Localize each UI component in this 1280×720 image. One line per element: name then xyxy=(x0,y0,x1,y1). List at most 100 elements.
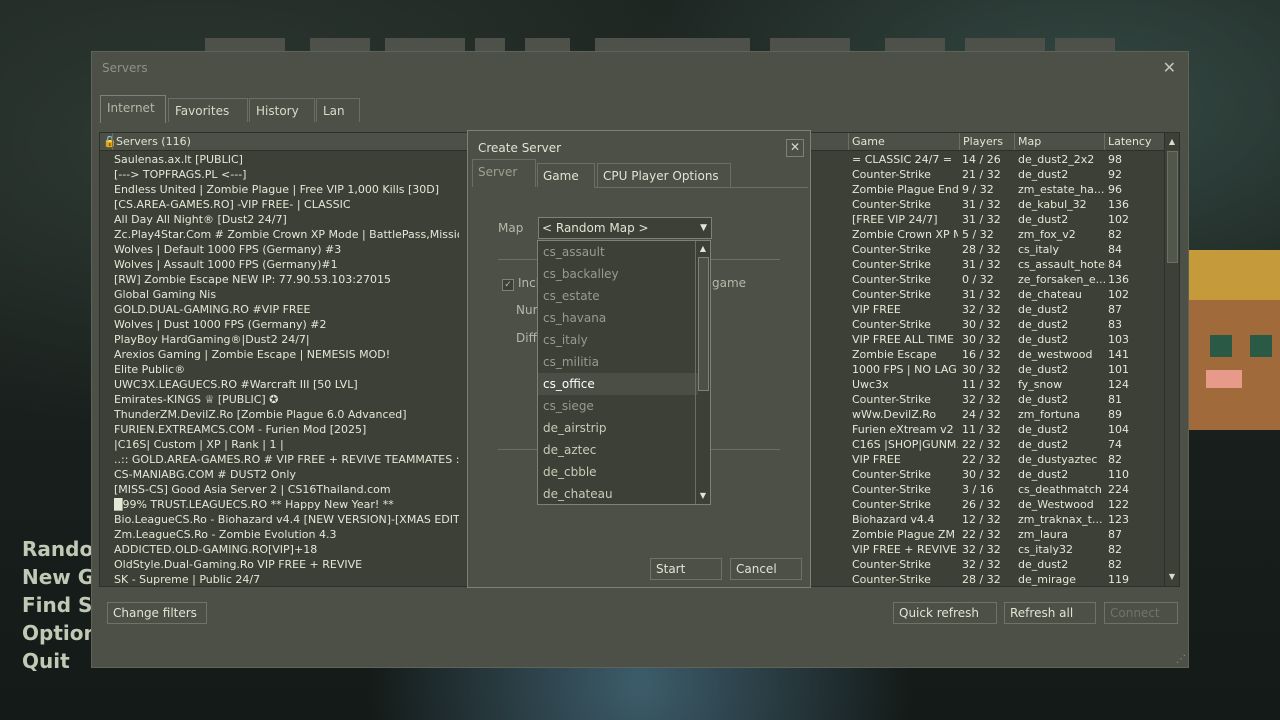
server-name-cell: GOLD.DUAL-GAMING.RO #VIP FREE xyxy=(114,303,311,316)
players-cell: 24 / 32 xyxy=(962,408,1001,421)
server-name-cell: Saulenas.ax.lt [PUBLIC] xyxy=(114,153,243,166)
game-cell: Counter-Strike xyxy=(852,393,931,406)
latency-cell: 119 xyxy=(1108,573,1129,586)
scroll-thumb[interactable] xyxy=(698,257,709,391)
game-cell: Counter-Strike xyxy=(852,468,931,481)
game-cell: Counter-Strike xyxy=(852,288,931,301)
tab-game[interactable]: Game xyxy=(537,163,595,187)
dialog-title: Create Server xyxy=(478,141,562,155)
dropdown-scrollbar[interactable]: ▲ ▼ xyxy=(695,241,710,504)
players-cell: 9 / 32 xyxy=(962,183,994,196)
map-cell: de_dust2 xyxy=(1018,558,1069,571)
map-option[interactable]: cs_estate xyxy=(538,285,698,307)
latency-cell: 84 xyxy=(1108,243,1122,256)
latency-cell: 87 xyxy=(1108,528,1122,541)
latency-cell: 84 xyxy=(1108,258,1122,271)
map-option[interactable]: de_cbble xyxy=(538,461,698,483)
map-option[interactable]: cs_italy xyxy=(538,329,698,351)
chevron-down-icon[interactable]: ▼ xyxy=(700,218,707,238)
players-cell: 32 / 32 xyxy=(962,303,1001,316)
cancel-button[interactable]: Cancel xyxy=(730,558,802,580)
tab-lan[interactable]: Lan xyxy=(316,98,360,122)
scroll-up-icon[interactable]: ▲ xyxy=(1165,135,1179,149)
tab-history[interactable]: History xyxy=(249,98,315,122)
map-option[interactable]: cs_siege xyxy=(538,395,698,417)
column-game[interactable]: Game xyxy=(852,135,885,148)
column-map[interactable]: Map xyxy=(1018,135,1041,148)
players-cell: 32 / 32 xyxy=(962,558,1001,571)
column-servers[interactable]: Servers (116) xyxy=(116,135,191,148)
latency-cell: 110 xyxy=(1108,468,1129,481)
game-cell: wWw.DevilZ.Ro xyxy=(852,408,937,421)
map-option[interactable]: cs_office xyxy=(538,373,698,395)
map-option[interactable]: cs_assault xyxy=(538,241,698,263)
map-option[interactable]: cs_havana xyxy=(538,307,698,329)
close-icon[interactable]: ✕ xyxy=(786,139,804,157)
players-cell: 3 / 16 xyxy=(962,483,994,496)
players-cell: 31 / 32 xyxy=(962,288,1001,301)
server-name-cell: Wolves | Dust 1000 FPS (Germany) #2 xyxy=(114,318,327,331)
scroll-down-icon[interactable]: ▼ xyxy=(1165,570,1179,584)
players-cell: 26 / 32 xyxy=(962,498,1001,511)
character-skin-image xyxy=(1180,250,1280,430)
resize-grip-icon[interactable]: ⋰ xyxy=(1176,654,1186,665)
scroll-down-icon[interactable]: ▼ xyxy=(696,489,710,503)
game-cell: Counter-Strike xyxy=(852,243,931,256)
server-name-cell: Emirates-KINGS ♕ [PUBLIC] ✪ xyxy=(114,393,279,406)
map-option[interactable]: de_airstrip xyxy=(538,417,698,439)
game-cell: Zombie Crown XP M... xyxy=(852,228,958,241)
latency-cell: 74 xyxy=(1108,438,1122,451)
tab-server[interactable]: Server xyxy=(472,159,536,187)
players-cell: 30 / 32 xyxy=(962,318,1001,331)
tab-internet[interactable]: Internet xyxy=(100,95,166,123)
change-filters-button[interactable]: Change filters xyxy=(107,602,207,624)
map-option[interactable]: de_chateau xyxy=(538,483,698,504)
server-name-cell: Endless United | Zombie Plague | Free VI… xyxy=(114,183,440,196)
connect-button[interactable]: Connect xyxy=(1104,602,1178,624)
game-cell: Zombie Plague Endl... xyxy=(852,183,958,196)
include-checkbox[interactable]: ✓ xyxy=(502,279,514,291)
latency-cell: 82 xyxy=(1108,558,1122,571)
map-cell: zm_laura xyxy=(1018,528,1069,541)
map-option[interactable]: de_aztec xyxy=(538,439,698,461)
game-cell: Counter-Strike xyxy=(852,273,931,286)
tab-favorites[interactable]: Favorites xyxy=(168,98,248,122)
server-name-cell: [RW] Zombie Escape NEW IP: 77.90.53.103:… xyxy=(114,273,391,286)
latency-cell: 82 xyxy=(1108,543,1122,556)
game-cell: Counter-Strike xyxy=(852,198,931,211)
scroll-up-icon[interactable]: ▲ xyxy=(696,242,710,256)
players-cell: 32 / 32 xyxy=(962,543,1001,556)
game-cell: VIP FREE ALL TIME xyxy=(852,333,954,346)
game-cell: Furien eXtream v2 xyxy=(852,423,954,436)
server-name-cell: █99% TRUST.LEAGUECS.RO ** Happy New Year… xyxy=(114,498,394,511)
map-cell: de_dust2 xyxy=(1018,303,1069,316)
tab-cpu-player-options[interactable]: CPU Player Options xyxy=(597,163,731,187)
map-cell: cs_italy xyxy=(1018,243,1059,256)
lock-icon[interactable]: 🔒 xyxy=(103,135,117,148)
scroll-thumb[interactable] xyxy=(1167,151,1178,263)
players-cell: 30 / 32 xyxy=(962,363,1001,376)
players-cell: 28 / 32 xyxy=(962,573,1001,586)
game-cell: VIP FREE xyxy=(852,453,901,466)
start-button[interactable]: Start xyxy=(650,558,722,580)
game-cell: VIP FREE xyxy=(852,303,901,316)
refresh-all-button[interactable]: Refresh all xyxy=(1004,602,1096,624)
close-icon[interactable]: ✕ xyxy=(1163,58,1176,77)
map-cell: de_dust2 xyxy=(1018,393,1069,406)
column-players[interactable]: Players xyxy=(963,135,1003,148)
latency-cell: 136 xyxy=(1108,273,1129,286)
players-cell: 11 / 32 xyxy=(962,423,1001,436)
game-cell: Counter-Strike xyxy=(852,168,931,181)
server-name-cell: [---> TOPFRAGS.PL <---] xyxy=(114,168,247,181)
column-latency[interactable]: Latency xyxy=(1108,135,1151,148)
latency-cell: 102 xyxy=(1108,288,1129,301)
latency-cell: 224 xyxy=(1108,483,1129,496)
map-cell: de_westwood xyxy=(1018,348,1093,361)
map-select[interactable]: < Random Map > ▼ xyxy=(538,217,712,239)
list-scrollbar[interactable]: ▲ ▼ xyxy=(1164,133,1179,586)
quick-refresh-button[interactable]: Quick refresh xyxy=(893,602,997,624)
game-cell: Counter-Strike xyxy=(852,318,931,331)
map-option[interactable]: cs_backalley xyxy=(538,263,698,285)
map-option[interactable]: cs_militia xyxy=(538,351,698,373)
players-cell: 22 / 32 xyxy=(962,453,1001,466)
